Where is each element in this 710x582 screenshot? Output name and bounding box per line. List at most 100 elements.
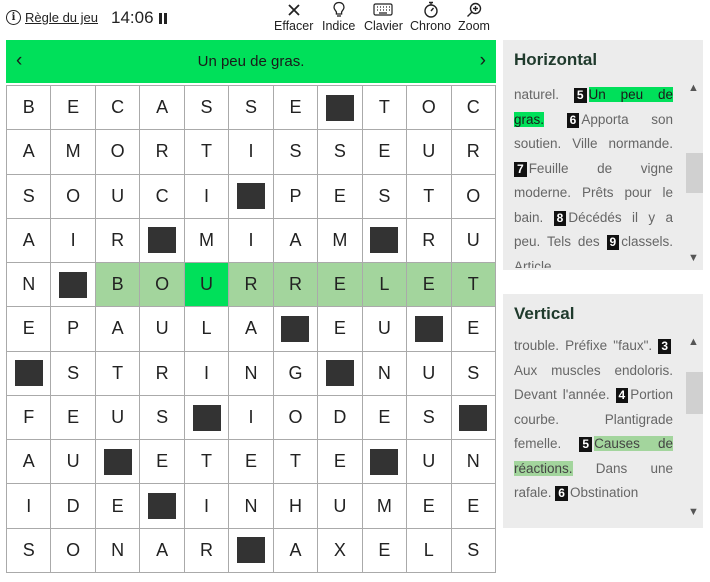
grid-cell[interactable]: S: [273, 130, 319, 175]
grid-cell[interactable]: I: [184, 174, 230, 219]
grid-cell[interactable]: M: [51, 130, 96, 175]
grid-cell[interactable]: E: [451, 484, 496, 529]
chevron-left-icon[interactable]: ‹: [16, 50, 22, 72]
scroll-thumb[interactable]: [686, 153, 703, 193]
grid-cell[interactable]: X: [318, 528, 363, 573]
rules-link[interactable]: i Règle du jeu: [6, 10, 98, 25]
grid-cell[interactable]: I: [184, 484, 230, 529]
grid-cell[interactable]: U: [95, 174, 141, 219]
grid-cell[interactable]: I: [229, 218, 274, 264]
grid-cell[interactable]: E: [451, 307, 496, 352]
vertical-clue-list[interactable]: trouble. Préfixe "faux". 3Aux muscles en…: [514, 334, 673, 522]
grid-cell[interactable]: I: [7, 484, 52, 529]
grid-cell[interactable]: U: [407, 351, 452, 396]
grid-cell[interactable]: R: [140, 130, 185, 175]
grid-cell[interactable]: T: [273, 440, 319, 485]
grid-cell[interactable]: S: [51, 351, 96, 396]
grid-cell[interactable]: U: [318, 484, 363, 529]
grid-cell[interactable]: U: [140, 307, 185, 352]
grid-cell[interactable]: S: [184, 86, 230, 131]
chevron-down-icon[interactable]: ▼: [688, 506, 699, 518]
chevron-up-icon[interactable]: ▲: [688, 336, 699, 348]
grid-cell[interactable]: M: [184, 218, 230, 264]
timer[interactable]: 14:06: [111, 8, 167, 28]
grid-cell[interactable]: N: [95, 528, 141, 573]
keyboard-button[interactable]: Clavier: [364, 1, 403, 33]
grid-cell[interactable]: N: [451, 440, 496, 485]
grid-cell[interactable]: E: [362, 130, 408, 175]
grid-cell[interactable]: N: [362, 351, 408, 396]
chrono-button[interactable]: Chrono: [410, 1, 451, 33]
grid-cell[interactable]: A: [140, 528, 185, 573]
grid-cell[interactable]: A: [7, 130, 52, 175]
grid-cell[interactable]: L: [362, 263, 408, 308]
grid-cell[interactable]: E: [229, 440, 274, 485]
grid-cell[interactable]: E: [407, 263, 452, 308]
grid-cell[interactable]: I: [184, 351, 230, 396]
grid-cell[interactable]: T: [184, 440, 230, 485]
grid-cell[interactable]: A: [229, 307, 274, 352]
grid-cell[interactable]: U: [95, 395, 141, 441]
grid-cell[interactable]: A: [7, 440, 52, 485]
grid-cell[interactable]: F: [7, 395, 52, 441]
grid-cell[interactable]: O: [451, 174, 496, 219]
grid-cell[interactable]: E: [318, 174, 363, 219]
grid-cell[interactable]: A: [95, 307, 141, 352]
grid-cell[interactable]: S: [7, 174, 52, 219]
grid-cell[interactable]: I: [229, 395, 274, 441]
grid-cell[interactable]: E: [95, 484, 141, 529]
chevron-up-icon[interactable]: ▲: [688, 82, 699, 94]
grid-cell[interactable]: G: [273, 351, 319, 396]
grid-cell[interactable]: E: [362, 395, 408, 441]
grid-cell[interactable]: E: [7, 307, 52, 352]
grid-cell[interactable]: E: [140, 440, 185, 485]
grid-cell[interactable]: E: [273, 86, 319, 131]
grid-cell[interactable]: O: [95, 130, 141, 175]
grid-cell[interactable]: U: [51, 440, 96, 485]
grid-cell[interactable]: R: [273, 263, 319, 308]
grid-cell[interactable]: R: [95, 218, 141, 264]
grid-cell[interactable]: A: [7, 218, 52, 264]
grid-cell[interactable]: N: [229, 351, 274, 396]
grid-cell[interactable]: H: [273, 484, 319, 529]
grid-cell[interactable]: O: [51, 528, 96, 573]
grid-cell[interactable]: O: [51, 174, 96, 219]
grid-cell[interactable]: E: [51, 395, 96, 441]
vertical-scrollbar[interactable]: ▲ ▼: [686, 334, 703, 522]
grid-cell[interactable]: E: [362, 528, 408, 573]
grid-cell[interactable]: L: [184, 307, 230, 352]
grid-cell[interactable]: C: [451, 86, 496, 131]
grid-cell[interactable]: A: [140, 86, 185, 131]
grid-cell[interactable]: C: [140, 174, 185, 219]
grid-cell[interactable]: T: [407, 174, 452, 219]
grid-cell[interactable]: S: [451, 351, 496, 396]
grid-cell[interactable]: R: [451, 130, 496, 175]
grid-cell[interactable]: S: [229, 86, 274, 131]
grid-cell[interactable]: R: [229, 263, 274, 308]
grid-cell[interactable]: O: [140, 263, 185, 308]
grid-cell[interactable]: U: [407, 130, 452, 175]
grid-cell[interactable]: B: [7, 86, 52, 131]
grid-cell[interactable]: S: [318, 130, 363, 175]
grid-cell[interactable]: I: [51, 218, 96, 264]
grid-cell[interactable]: T: [451, 263, 496, 308]
grid-cell[interactable]: U: [451, 218, 496, 264]
grid-cell[interactable]: B: [95, 263, 141, 308]
grid-cell[interactable]: S: [7, 528, 52, 573]
grid-cell[interactable]: U: [362, 307, 408, 352]
clue-text[interactable]: Obstination: [570, 485, 638, 500]
grid-cell[interactable]: S: [407, 395, 452, 441]
grid-cell[interactable]: D: [51, 484, 96, 529]
grid-cell[interactable]: P: [273, 174, 319, 219]
chevron-right-icon[interactable]: ›: [480, 50, 486, 72]
zoom-button[interactable]: Zoom: [458, 1, 490, 33]
grid-cell[interactable]: L: [407, 528, 452, 573]
grid-cell[interactable]: S: [362, 174, 408, 219]
horizontal-scrollbar[interactable]: ▲ ▼: [686, 80, 703, 268]
grid-cell[interactable]: E: [51, 86, 96, 131]
grid-cell[interactable]: E: [318, 440, 363, 485]
grid-cell[interactable]: A: [273, 528, 319, 573]
active-cell[interactable]: U: [184, 263, 230, 308]
grid-cell[interactable]: R: [140, 351, 185, 396]
grid-cell[interactable]: R: [184, 528, 230, 573]
